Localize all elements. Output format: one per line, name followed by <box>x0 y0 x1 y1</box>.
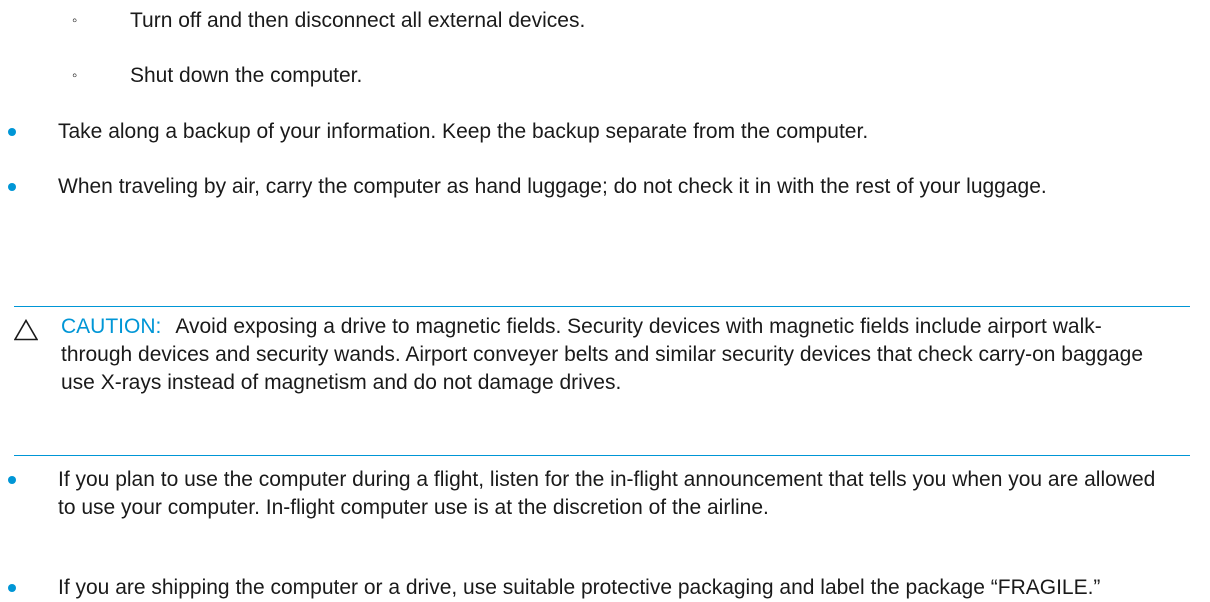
list-item-text: If you plan to use the computer during a… <box>58 468 1156 519</box>
caution-label: CAUTION: <box>61 315 162 338</box>
caution-bottom-rule <box>14 455 1190 456</box>
sub-list-item-text: Turn off and then disconnect all externa… <box>130 9 586 32</box>
list-item-text: When traveling by air, carry the compute… <box>58 175 1047 198</box>
caution-top-rule <box>14 306 1190 307</box>
list-item-text: If you are shipping the computer or a dr… <box>58 576 1101 599</box>
bullet-icon <box>8 183 16 191</box>
caution-note: CAUTION: Avoid exposing a drive to magnet… <box>14 306 1190 456</box>
caution-text: Avoid exposing a drive to magnetic field… <box>61 315 1144 394</box>
bullet-icon <box>8 584 16 592</box>
bullet-icon <box>8 128 16 136</box>
document-page: ◦ Turn off and then disconnect all exter… <box>0 0 1210 599</box>
warning-triangle-icon <box>14 319 38 341</box>
caution-body: CAUTION: Avoid exposing a drive to magnet… <box>61 313 1171 397</box>
hollow-bullet-icon: ◦ <box>72 67 78 84</box>
sub-list-item-text: Shut down the computer. <box>130 64 363 87</box>
hollow-bullet-icon: ◦ <box>72 12 78 29</box>
list-item-text: Take along a backup of your information.… <box>58 120 869 143</box>
bullet-icon <box>8 476 16 484</box>
